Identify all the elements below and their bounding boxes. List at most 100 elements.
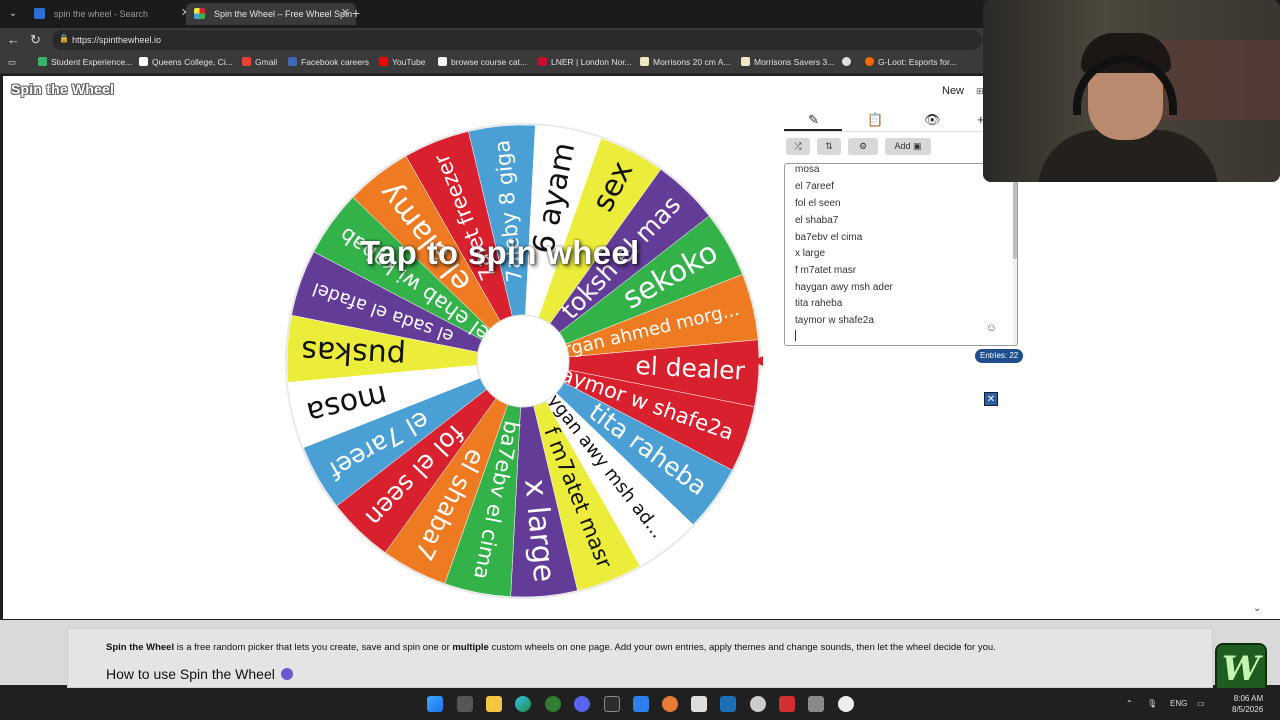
entries-textarea[interactable]: mosa el 7areef fol el seen el shaba7 ba7…: [784, 163, 1018, 346]
bookmark-icon: [438, 57, 447, 66]
windows-start-icon[interactable]: [427, 696, 443, 712]
bookmarks-menu-icon[interactable]: ▭: [8, 57, 16, 68]
scrollbar-thumb[interactable]: [1013, 174, 1017, 259]
morrisons-icon: [741, 57, 750, 66]
system-clock[interactable]: 8:06 AM 8/5/2026: [1232, 693, 1263, 715]
steam-icon[interactable]: [720, 696, 736, 712]
entry-line: tita raheba: [795, 298, 843, 309]
tab-search[interactable]: spin the wheel - Search ✕: [26, 3, 196, 25]
close-tab-icon[interactable]: ✕: [341, 6, 350, 19]
entry-line: el shaba7: [795, 215, 839, 226]
bing-favicon-icon: [34, 8, 45, 19]
entry-line: mosa: [795, 164, 820, 175]
bookmark-item[interactable]: [842, 57, 855, 67]
bookmark-item[interactable]: Gmail: [242, 57, 277, 67]
entry-line: haygan awy msh ader: [795, 282, 893, 293]
settings-icon[interactable]: [808, 696, 824, 712]
chevron-down-icon[interactable]: ⌄: [1253, 603, 1261, 614]
how-to-heading-text: How to use Spin the Wheel: [106, 666, 275, 682]
tap-to-spin-hint[interactable]: Tap to spin wheel: [360, 234, 640, 272]
bookmark-label: YouTube: [392, 57, 426, 67]
page-footer: Spin the Wheel is a free random picker t…: [0, 620, 1280, 688]
microphone-icon[interactable]: 🎙: [1147, 699, 1157, 708]
scrollbar[interactable]: [1013, 164, 1017, 345]
bookmark-item[interactable]: LNER | London Nor...: [538, 57, 632, 67]
app-icon[interactable]: [779, 696, 795, 712]
close-icon[interactable]: ✕: [984, 392, 998, 406]
wheel-segment-label: puskas: [300, 333, 406, 373]
spin-wheel[interactable]: el dealertaymor w shafe2atita rahebahayg…: [283, 121, 763, 601]
gear-icon: ⚙: [858, 141, 868, 151]
globe-icon: [842, 57, 851, 66]
sort-button[interactable]: ⇅: [817, 138, 841, 155]
bookmark-label: browse course cat...: [451, 57, 528, 67]
bookmark-item[interactable]: YouTube: [379, 57, 425, 67]
bookmark-item[interactable]: Queens College, Ci...: [139, 57, 233, 67]
edge-icon[interactable]: [515, 696, 531, 712]
tab-title: spin the wheel - Search: [54, 9, 149, 19]
bookmark-label: LNER | London Nor...: [551, 57, 632, 67]
lock-icon: 🔒: [59, 34, 69, 43]
bookmark-item[interactable]: Facebook careers: [288, 57, 369, 67]
entry-line: x large: [795, 248, 826, 259]
vscode-icon[interactable]: [633, 696, 649, 712]
settings-button[interactable]: ⚙: [848, 138, 878, 155]
refresh-icon[interactable]: ↻: [30, 32, 41, 48]
about-end: custom wheels on one page. Add your own …: [488, 642, 996, 653]
hide-eye-icon[interactable]: 👁: [924, 112, 941, 128]
bookmark-label: Morrisons 20 cm A...: [653, 57, 731, 67]
task-view-icon[interactable]: [457, 696, 473, 712]
bookmark-label: Facebook careers: [301, 57, 370, 67]
active-tab-indicator: [784, 129, 842, 131]
url-input[interactable]: 🔒 https://spinthewheel.io: [52, 30, 982, 50]
tab-actions-icon[interactable]: ⌄: [4, 5, 22, 23]
chrome-icon[interactable]: [838, 696, 854, 712]
bookmark-item[interactable]: G-Loot: Esports for...: [865, 57, 956, 67]
shuffle-icon: ⤮: [794, 141, 802, 151]
obs-icon[interactable]: [750, 696, 766, 712]
network-icon[interactable]: ▭: [1197, 699, 1205, 708]
entry-line: fol el seen: [795, 198, 841, 209]
about-text: Spin the Wheel is a free random picker t…: [106, 642, 996, 653]
edit-pencil-icon[interactable]: ✎: [808, 112, 819, 128]
app-icon[interactable]: [604, 696, 620, 712]
tray-chevron-icon[interactable]: ⌃: [1126, 699, 1133, 708]
site-logo[interactable]: Spin the Wheel: [11, 81, 114, 97]
bookmark-item[interactable]: Student Experience...: [38, 57, 132, 67]
add-image-button[interactable]: Add ▣: [885, 138, 931, 155]
new-wheel-button[interactable]: New: [942, 85, 964, 97]
tab-spin-the-wheel[interactable]: Spin the Wheel – Free Wheel Spin ✕: [186, 3, 356, 25]
clock-date: 8/5/2026: [1232, 705, 1264, 714]
gloot-icon: [865, 57, 874, 66]
webcam-overlay: [983, 0, 1280, 182]
wheel-segment-label: el dealer: [635, 351, 747, 386]
about-mid: is a free random picker that lets you cr…: [174, 642, 453, 653]
bookmark-item[interactable]: Morrisons 20 cm A...: [640, 57, 730, 67]
wheel-hub[interactable]: [476, 314, 570, 408]
bookmark-label: Queens College, Ci...: [152, 57, 233, 67]
bookmark-item[interactable]: browse course cat...: [438, 57, 527, 67]
bookmark-item[interactable]: Morrisons Savers 3...: [741, 57, 834, 67]
add-label: Add: [894, 141, 911, 151]
language-indicator[interactable]: ENG: [1170, 699, 1187, 708]
back-icon[interactable]: ←: [7, 32, 20, 47]
bookmark-label: G-Loot: Esports for...: [878, 57, 957, 67]
emoji-icon[interactable]: ☺: [986, 322, 997, 334]
shuffle-button[interactable]: ⤮: [786, 138, 810, 155]
wheel-favicon-icon: [194, 8, 205, 19]
clock-time: 8:06 AM: [1233, 694, 1264, 703]
entries-count-badge: Entries: 22: [975, 349, 1024, 363]
entry-line: ba7ebv el cima: [795, 232, 863, 243]
new-tab-icon[interactable]: +: [352, 5, 360, 21]
snipping-icon[interactable]: [691, 696, 707, 712]
discord-icon[interactable]: [574, 696, 590, 712]
clipboard-icon[interactable]: 📋: [867, 112, 883, 128]
entry-line: taymor w shafe2a: [795, 315, 874, 326]
about-bold2: multiple: [452, 642, 489, 653]
app-icon[interactable]: [545, 696, 561, 712]
bookmark-label: Gmail: [255, 57, 278, 67]
file-explorer-icon[interactable]: [486, 696, 502, 712]
entry-line: el 7areef: [795, 181, 834, 192]
windows-taskbar: ⌃ 🎙 ENG ▭ 8:06 AM 8/5/2026: [0, 688, 1280, 720]
app-icon[interactable]: [662, 696, 678, 712]
